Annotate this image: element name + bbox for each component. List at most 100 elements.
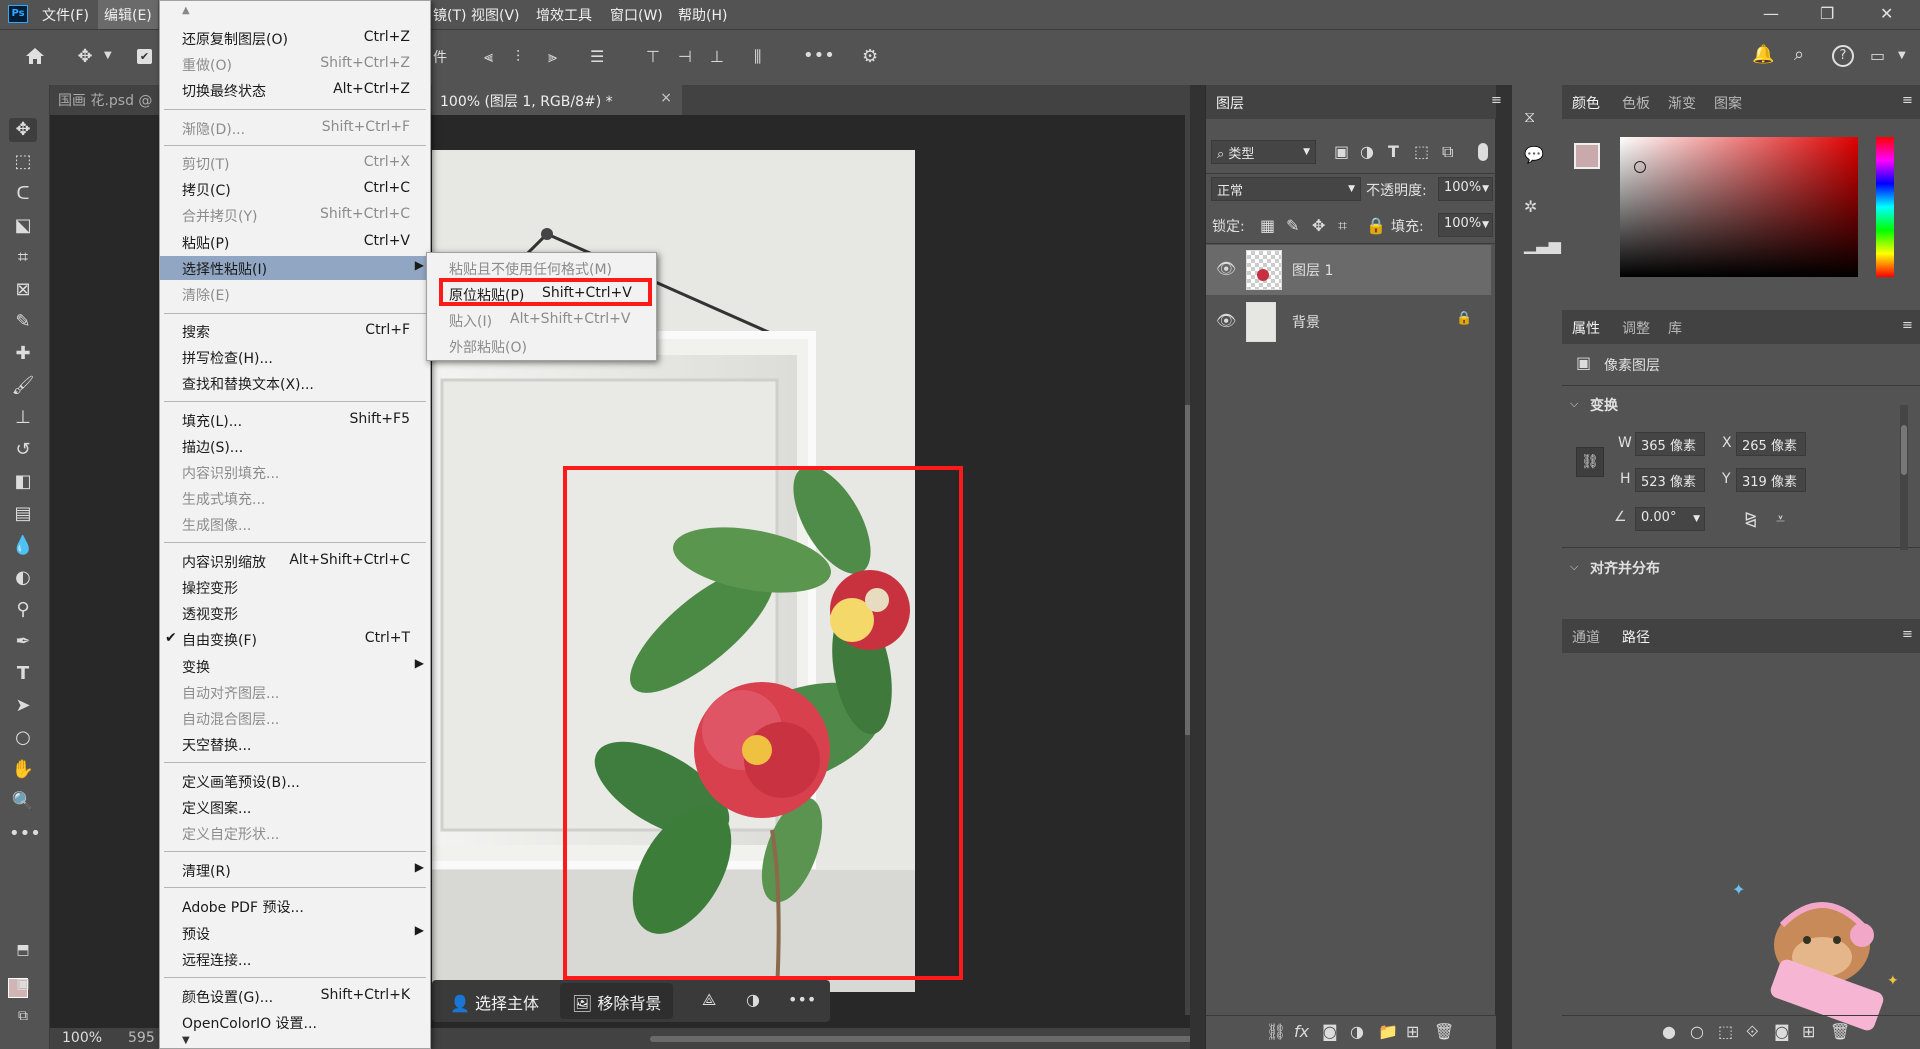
menu-item-remote-connections[interactable]: 远程连接...: [160, 947, 430, 971]
crop-tool-icon[interactable]: ⌗: [9, 246, 37, 270]
restore-button[interactable]: ❐: [1820, 4, 1834, 23]
submenu-item-paste-into[interactable]: 贴入(I) Alt+Shift+Ctrl+V: [427, 308, 656, 332]
tab-close-icon[interactable]: ×: [660, 90, 672, 106]
menu-scroll-down-icon[interactable]: ▼: [182, 1035, 190, 1046]
menu-plugins[interactable]: 增效工具: [536, 5, 592, 25]
help-icon[interactable]: ?: [1832, 45, 1854, 67]
menu-item-redo[interactable]: 重做(O) Shift+Ctrl+Z: [160, 52, 430, 76]
tab-adjustments[interactable]: 调整: [1622, 318, 1650, 338]
new-group-icon[interactable]: 📁: [1378, 1022, 1398, 1041]
menu-help[interactable]: 帮助(H): [678, 5, 727, 25]
align-bottom-icon[interactable]: ⊥: [710, 47, 724, 66]
menu-item-fade[interactable]: 渐隐(D)... Shift+Ctrl+F: [160, 116, 430, 140]
pen-tool-icon[interactable]: ✒: [9, 630, 37, 654]
fill-input[interactable]: 100% ▼: [1438, 213, 1493, 237]
tab-properties[interactable]: 属性: [1572, 318, 1600, 338]
menu-item-undo[interactable]: 还原复制图层(O) Ctrl+Z: [160, 26, 430, 50]
align-left-icon[interactable]: ⫷: [484, 47, 493, 67]
align-center-icon[interactable]: ⫶: [516, 47, 520, 67]
link-dimensions-button[interactable]: ⛓: [1576, 447, 1604, 477]
hand-tool-icon[interactable]: ✋: [9, 758, 37, 782]
align-middle-icon[interactable]: ⊣: [678, 47, 692, 66]
distribute-vertical-icon[interactable]: ⫼: [754, 47, 761, 67]
layer-row[interactable]: 👁 背景 🔒: [1206, 297, 1491, 347]
layer-name[interactable]: 图层 1: [1292, 260, 1333, 280]
menu-item-fill[interactable]: 填充(L)... Shift+F5: [160, 408, 430, 432]
menu-item-auto-blend[interactable]: 自动混合图层...: [160, 706, 430, 730]
comments-icon[interactable]: 💬: [1524, 145, 1544, 164]
flip-vertical-icon[interactable]: ⩡: [1776, 509, 1785, 529]
color-picker-cursor[interactable]: [1634, 161, 1646, 173]
quick-mask-icon[interactable]: ⬒: [9, 938, 37, 962]
foreground-color-swatch[interactable]: [1574, 143, 1600, 169]
make-path-icon[interactable]: ⟐: [1746, 1022, 1759, 1042]
tab-document-2[interactable]: 100% (图层 1, RGB/8#) * ×: [432, 85, 682, 115]
gear-icon[interactable]: ⚙: [862, 46, 878, 67]
menu-item-copy[interactable]: 拷贝(C) Ctrl+C: [160, 177, 430, 201]
delete-layer-icon[interactable]: 🗑: [1434, 1022, 1454, 1041]
marquee-tool-icon[interactable]: ⬚: [9, 150, 37, 174]
menu-item-sky-replace[interactable]: 天空替换...: [160, 732, 430, 756]
align-right-icon[interactable]: ⫸: [548, 47, 557, 67]
align-top-icon[interactable]: ⊤: [646, 47, 660, 66]
menu-item-transform[interactable]: 变换 ▶: [160, 654, 430, 678]
chevron-down-icon[interactable]: ⌵: [1570, 397, 1578, 411]
type-tool-icon[interactable]: T: [9, 662, 37, 686]
close-button[interactable]: ✕: [1880, 4, 1893, 23]
menu-edit[interactable]: 编辑(E): [98, 0, 158, 29]
filter-type-icon[interactable]: T: [1388, 142, 1399, 161]
menu-item-pdf-presets[interactable]: Adobe PDF 预设...: [160, 894, 430, 918]
menu-item-clear[interactable]: 清除(E): [160, 282, 430, 306]
menu-item-copy-merged[interactable]: 合并拷贝(Y) Shift+Ctrl+C: [160, 203, 430, 227]
more-tools-icon[interactable]: •••: [9, 822, 41, 846]
blur-tool-icon[interactable]: 💧: [9, 534, 37, 558]
opacity-input[interactable]: 100% ▼: [1438, 177, 1493, 201]
adjust-icon[interactable]: ◑: [746, 990, 760, 1009]
history-icon[interactable]: ⧖: [1524, 107, 1535, 127]
eyedropper-tool-icon[interactable]: ✎: [9, 310, 37, 334]
tab-layers[interactable]: 图层: [1216, 93, 1244, 113]
angle-input[interactable]: 0.00° ▼: [1635, 507, 1705, 531]
panel-menu-icon[interactable]: ≡: [1491, 93, 1502, 108]
tab-gradients[interactable]: 渐变: [1668, 93, 1696, 113]
menu-item-auto-align[interactable]: 自动对齐图层...: [160, 680, 430, 704]
stamp-tool-icon[interactable]: ⊥: [9, 406, 37, 430]
menu-item-paste-special[interactable]: 选择性粘贴(I) ▶: [160, 256, 430, 280]
new-layer-icon[interactable]: ⊞: [1406, 1022, 1419, 1041]
width-input[interactable]: 365 像素: [1635, 432, 1705, 456]
filter-shape-icon[interactable]: ⬚: [1414, 142, 1429, 161]
panel-menu-icon[interactable]: ≡: [1902, 627, 1913, 642]
menu-item-toggle-last-state[interactable]: 切换最终状态 Alt+Ctrl+Z: [160, 78, 430, 102]
submenu-item-paste-no-format[interactable]: 粘贴且不使用任何格式(M): [427, 256, 656, 280]
chevron-down-icon[interactable]: ⌵: [1570, 560, 1578, 574]
fill-path-icon[interactable]: ●: [1662, 1022, 1676, 1041]
adjustment-layer-icon[interactable]: ◑: [1350, 1022, 1364, 1041]
height-input[interactable]: 523 像素: [1635, 468, 1705, 492]
menu-window[interactable]: 窗口(W): [610, 5, 663, 25]
menu-item-purge[interactable]: 清理(R) ▶: [160, 858, 430, 882]
visibility-eye-icon[interactable]: 👁: [1216, 311, 1236, 330]
menu-item-paste[interactable]: 粘贴(P) Ctrl+V: [160, 230, 430, 254]
tab-color[interactable]: 颜色: [1572, 93, 1600, 113]
dodge-tool-icon[interactable]: ◐: [9, 566, 37, 590]
new-path-icon[interactable]: ⊞: [1802, 1022, 1815, 1041]
move-tool-icon[interactable]: ✥: [74, 46, 96, 67]
menu-item-spell-check[interactable]: 拼写检查(H)...: [160, 345, 430, 369]
navigator-icon[interactable]: ✲: [1524, 197, 1537, 216]
more-icon[interactable]: •••: [788, 990, 816, 1009]
menu-view[interactable]: 视图(V): [471, 5, 520, 25]
menu-item-color-settings[interactable]: 颜色设置(G)... Shift+Ctrl+K: [160, 984, 430, 1008]
notification-bell-icon[interactable]: 🔔: [1752, 44, 1774, 65]
submenu-item-paste-outside[interactable]: 外部粘贴(O): [427, 334, 656, 358]
filter-pixel-icon[interactable]: ▣: [1334, 142, 1349, 161]
minimize-button[interactable]: —: [1763, 4, 1779, 23]
lock-all-icon[interactable]: 🔒: [1366, 216, 1386, 235]
lock-pixels-icon[interactable]: ✎: [1286, 216, 1299, 235]
load-selection-icon[interactable]: ⬚: [1718, 1022, 1733, 1041]
filter-smart-object-icon[interactable]: ⧉: [1442, 142, 1453, 162]
zoom-tool-icon[interactable]: 🔍: [9, 790, 37, 814]
fx-icon[interactable]: fx: [1294, 1022, 1309, 1041]
properties-scrollbar[interactable]: [1900, 405, 1908, 550]
menu-item-presets[interactable]: 预设 ▶: [160, 921, 430, 945]
remove-background-button[interactable]: 🖼 移除背景: [560, 983, 674, 1019]
